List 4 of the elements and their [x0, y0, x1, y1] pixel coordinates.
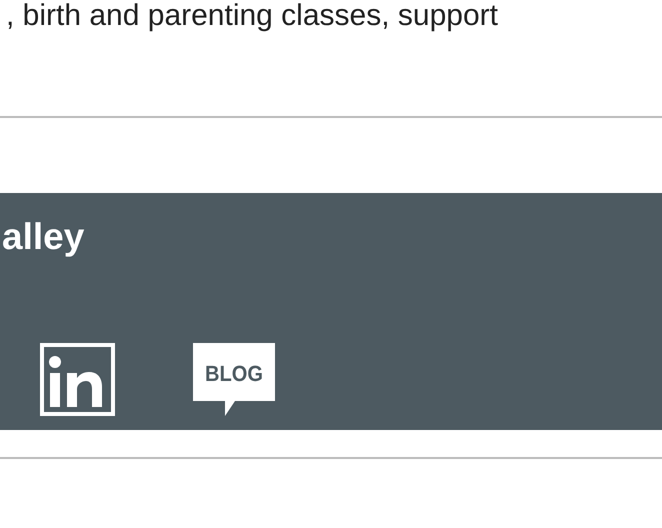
blog-speech-bubble-icon[interactable]: BLOG: [193, 343, 275, 416]
linkedin-icon[interactable]: [40, 343, 115, 416]
intro-text: , birth and parenting classes, support: [6, 0, 499, 32]
footer-heading: alley: [2, 215, 84, 259]
